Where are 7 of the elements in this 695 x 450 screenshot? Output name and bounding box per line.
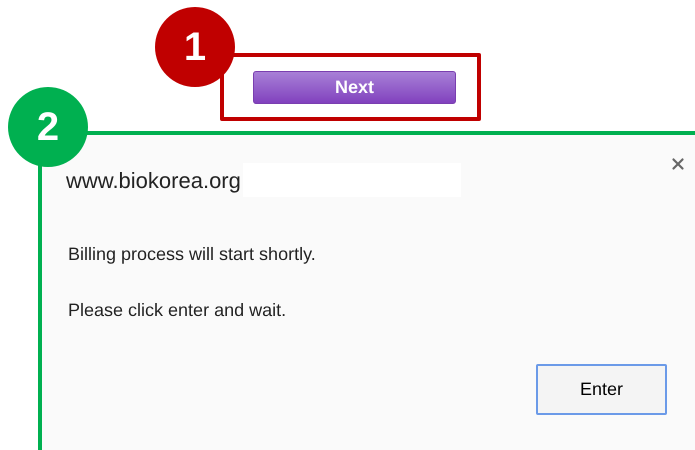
enter-button[interactable]: Enter (536, 364, 667, 415)
next-button[interactable]: Next (253, 70, 456, 104)
dialog-message: Please click enter and wait. (68, 299, 288, 322)
dialog-message: Billing process will start shortly. (68, 243, 317, 266)
dialog-title: www.biokorea.org (66, 166, 241, 195)
step-number-badge: 1 (155, 7, 235, 87)
step-number-badge: 2 (8, 87, 88, 167)
